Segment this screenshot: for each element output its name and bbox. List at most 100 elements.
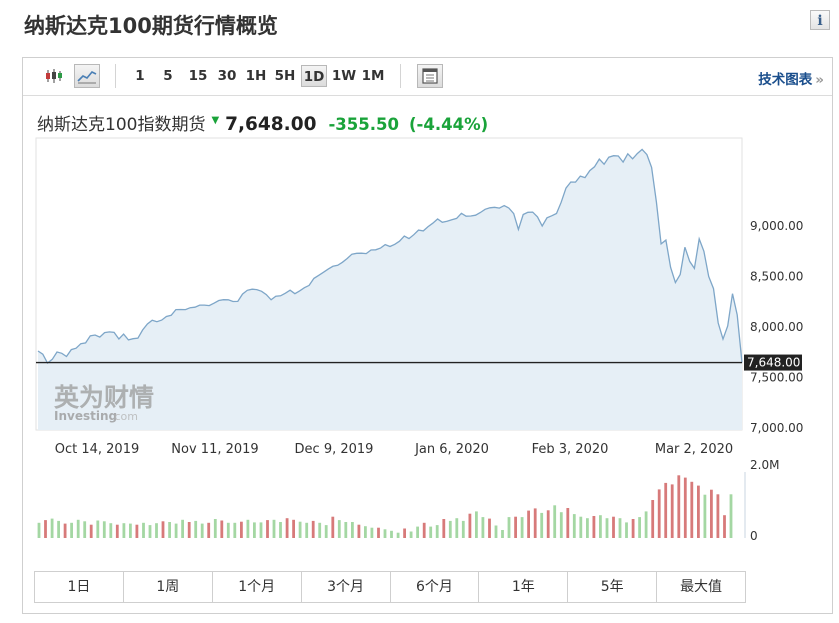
y-tick-label: 9,000.00: [750, 219, 803, 233]
volume-bar: [383, 529, 387, 538]
volume-bar: [501, 530, 504, 538]
volume-bar: [57, 520, 60, 538]
volume-bar: [514, 516, 517, 538]
volume-bar: [220, 520, 224, 538]
volume-bar: [507, 517, 511, 538]
volume-bar: [357, 524, 361, 538]
volume-bar: [527, 510, 530, 538]
volume-bar: [592, 516, 596, 538]
volume-bar: [318, 522, 322, 538]
period-6m[interactable]: 6个月: [391, 572, 480, 602]
volume-bar: [481, 517, 485, 538]
volume-bar: [50, 518, 54, 538]
volume-bar: [253, 522, 256, 538]
volume-bar: [435, 525, 439, 538]
volume-bar: [579, 516, 583, 538]
volume-bar: [690, 481, 694, 538]
volume-bar: [455, 518, 459, 538]
y-tick-label: 8,000.00: [750, 320, 803, 334]
volume-bar: [102, 521, 106, 538]
volume-bar: [285, 518, 289, 538]
volume-bar: [546, 510, 550, 538]
volume-bar: [599, 515, 602, 538]
watermark-brand-suffix: .com: [111, 410, 138, 423]
volume-bar: [115, 524, 119, 538]
volume-bar: [703, 494, 707, 538]
volume-bar: [168, 522, 171, 538]
volume-bar: [213, 519, 217, 538]
volume-bar: [292, 519, 295, 538]
volume-bar: [155, 523, 158, 538]
volume-bar: [683, 477, 687, 538]
period-1m[interactable]: 1个月: [213, 572, 302, 602]
volume-bar: [533, 508, 537, 538]
volume-bar: [63, 523, 67, 538]
volume-bar: [657, 489, 661, 538]
volume-bar: [716, 494, 720, 538]
volume-bar: [494, 525, 498, 538]
volume-bar: [618, 518, 622, 538]
volume-bar: [129, 523, 132, 538]
volume-bar: [540, 512, 544, 538]
volume-bar: [422, 522, 426, 538]
y-tick-label: 7,500.00: [750, 371, 803, 385]
volume-bar: [200, 523, 204, 538]
volume-bar: [403, 528, 406, 538]
volume-bar: [448, 520, 452, 538]
volume-tick-label: 2.0M: [750, 458, 779, 472]
x-tick-label: Oct 14, 2019: [55, 442, 140, 457]
period-1w[interactable]: 1周: [124, 572, 213, 602]
volume-bar: [390, 530, 393, 538]
volume-bar: [553, 505, 557, 538]
volume-bar: [605, 518, 609, 538]
volume-bar: [259, 522, 263, 538]
volume-tick-label: 0: [750, 529, 758, 543]
volume-bar: [396, 532, 400, 538]
volume-bar: [664, 482, 668, 538]
volume-bar: [625, 522, 628, 538]
period-max[interactable]: 最大值: [657, 572, 745, 602]
volume-bar: [70, 522, 73, 538]
volume-bar: [266, 520, 269, 538]
x-tick-label: Feb 3, 2020: [532, 442, 609, 457]
volume-bar: [122, 523, 126, 538]
volume-bar: [298, 521, 302, 538]
period-selector: 1日 1周 1个月 3个月 6个月 1年 5年 最大值: [34, 571, 746, 603]
volume-bar: [161, 521, 165, 538]
volume-bar: [44, 520, 47, 538]
volume-bar: [631, 519, 635, 538]
x-tick-label: Dec 9, 2019: [295, 442, 374, 457]
volume-bar: [416, 526, 419, 538]
volume-bar: [612, 516, 615, 538]
volume-bar: [109, 523, 113, 538]
period-5y[interactable]: 5年: [568, 572, 658, 602]
volume-bar: [344, 522, 348, 538]
period-1y[interactable]: 1年: [479, 572, 569, 602]
volume-bar: [651, 500, 655, 538]
volume-bar: [272, 519, 276, 538]
volume-bar: [586, 518, 589, 538]
period-1d[interactable]: 1日: [35, 572, 124, 602]
volume-bar: [475, 511, 478, 538]
volume-bar: [729, 494, 733, 538]
volume-bar: [246, 519, 250, 538]
volume-bar: [488, 518, 491, 538]
x-tick-label: Mar 2, 2020: [655, 442, 733, 457]
volume-bar: [148, 525, 152, 538]
volume-bar: [311, 520, 315, 538]
volume-bar: [142, 522, 145, 538]
volume-bar: [187, 522, 191, 538]
volume-bar: [468, 513, 472, 538]
volume-bar: [520, 517, 524, 538]
watermark-brand-en: Investing: [54, 409, 117, 423]
volume-bar: [364, 526, 367, 538]
volume-bar: [89, 524, 93, 538]
volume-bar: [331, 516, 335, 538]
volume-bar: [697, 485, 700, 538]
period-3m[interactable]: 3个月: [302, 572, 391, 602]
x-tick-label: Nov 11, 2019: [171, 442, 258, 457]
volume-bar: [572, 514, 576, 538]
volume-bar: [240, 521, 243, 538]
volume-bar: [638, 517, 641, 538]
volume-bar: [96, 520, 100, 538]
